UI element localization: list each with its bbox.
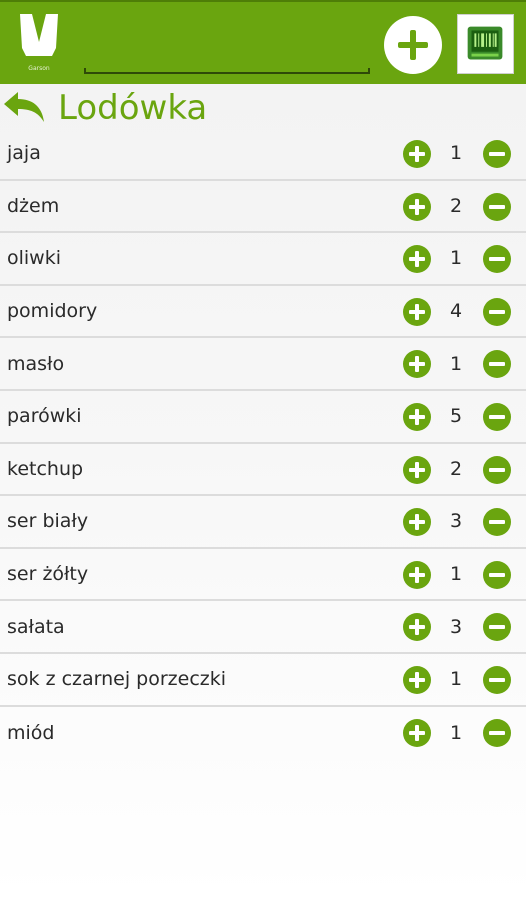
item-quantity: 2 xyxy=(449,194,463,217)
decrease-quantity-button[interactable] xyxy=(483,140,511,168)
item-name: dżem xyxy=(7,194,60,217)
item-quantity: 4 xyxy=(449,300,463,323)
increase-quantity-button[interactable] xyxy=(403,140,431,168)
decrease-quantity-button[interactable] xyxy=(483,297,511,326)
item-quantity: 1 xyxy=(449,352,463,375)
list-item[interactable]: masło 1 xyxy=(0,338,526,391)
list-item[interactable]: ser żółty 1 xyxy=(0,549,526,602)
list-item[interactable]: sałata 3 xyxy=(0,601,526,654)
increase-quantity-button[interactable] xyxy=(403,455,431,484)
item-name: ser żółty xyxy=(7,563,89,586)
item-quantity: 1 xyxy=(449,668,463,691)
item-quantity: 1 xyxy=(449,142,463,165)
screen-header: Lodówka xyxy=(0,84,526,132)
decrease-quantity-button[interactable] xyxy=(483,245,511,274)
decrease-quantity-button[interactable] xyxy=(483,192,511,221)
item-quantity: 2 xyxy=(449,457,463,480)
list-item[interactable]: oliwki 1 xyxy=(0,233,526,286)
decrease-quantity-button[interactable] xyxy=(483,665,511,694)
barcode-scan-button[interactable] xyxy=(457,14,514,74)
item-name: masło xyxy=(7,352,65,375)
increase-quantity-button[interactable] xyxy=(403,402,431,431)
item-list: jaja 1 dżem 2 oliwki 1 pomidory 4 masło 1 parówki 5… xyxy=(0,128,526,759)
add-item-button[interactable] xyxy=(384,16,442,74)
decrease-quantity-button[interactable] xyxy=(483,560,511,589)
page-title: Lodówka xyxy=(58,88,208,128)
action-bar: Garson xyxy=(0,0,526,84)
decrease-quantity-button[interactable] xyxy=(483,455,511,484)
item-name: jaja xyxy=(7,142,41,165)
search-field[interactable] xyxy=(84,68,370,74)
list-item[interactable]: sok z czarnej porzeczki 1 xyxy=(0,654,526,707)
item-name: ser biały xyxy=(7,510,89,533)
list-item[interactable]: ser biały 3 xyxy=(0,496,526,549)
increase-quantity-button[interactable] xyxy=(403,613,431,642)
item-quantity: 5 xyxy=(449,405,463,428)
increase-quantity-button[interactable] xyxy=(403,718,431,747)
increase-quantity-button[interactable] xyxy=(403,350,431,379)
decrease-quantity-button[interactable] xyxy=(483,350,511,379)
increase-quantity-button[interactable] xyxy=(403,665,431,694)
waiter-tuxedo-logo-icon[interactable]: Garson xyxy=(18,12,60,74)
decrease-quantity-button[interactable] xyxy=(483,508,511,537)
item-name: miód xyxy=(7,721,55,744)
decrease-quantity-button[interactable] xyxy=(483,613,511,642)
increase-quantity-button[interactable] xyxy=(403,560,431,589)
item-name: sałata xyxy=(7,615,65,638)
increase-quantity-button[interactable] xyxy=(403,192,431,221)
item-name: sok z czarnej porzeczki xyxy=(7,668,227,691)
increase-quantity-button[interactable] xyxy=(403,245,431,274)
barcode-scanner-icon xyxy=(467,26,503,60)
logo-text: Garson xyxy=(28,65,50,72)
list-item[interactable]: dżem 2 xyxy=(0,181,526,234)
item-quantity: 1 xyxy=(449,721,463,744)
item-quantity: 1 xyxy=(449,247,463,270)
decrease-quantity-button[interactable] xyxy=(483,402,511,431)
item-name: parówki xyxy=(7,405,82,428)
item-quantity: 3 xyxy=(449,510,463,533)
item-name: oliwki xyxy=(7,247,62,270)
back-arrow-icon[interactable] xyxy=(2,90,46,124)
list-item[interactable]: jaja 1 xyxy=(0,128,526,181)
increase-quantity-button[interactable] xyxy=(403,508,431,537)
item-name: ketchup xyxy=(7,457,84,480)
increase-quantity-button[interactable] xyxy=(403,297,431,326)
list-item[interactable]: miód 1 xyxy=(0,707,526,760)
list-item[interactable]: ketchup 2 xyxy=(0,444,526,497)
item-quantity: 1 xyxy=(449,563,463,586)
decrease-quantity-button[interactable] xyxy=(483,718,511,747)
item-quantity: 3 xyxy=(449,615,463,638)
item-name: pomidory xyxy=(7,300,98,323)
list-item[interactable]: parówki 5 xyxy=(0,391,526,444)
list-item[interactable]: pomidory 4 xyxy=(0,286,526,339)
